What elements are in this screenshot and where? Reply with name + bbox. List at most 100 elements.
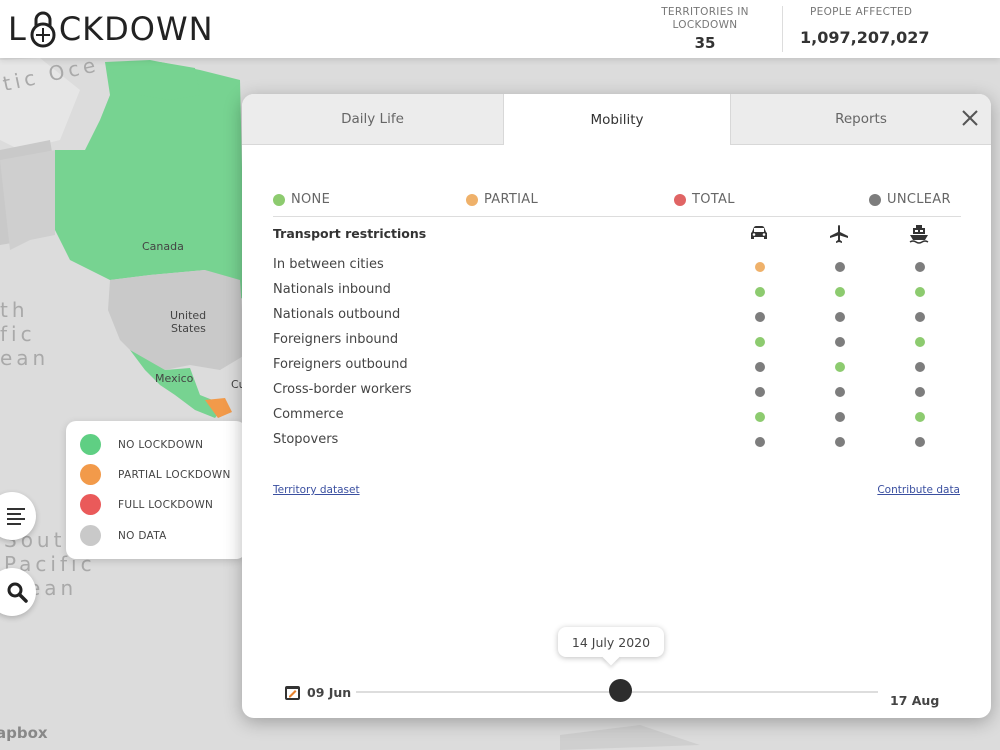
status-label: TOTAL (692, 192, 735, 207)
close-button[interactable] (959, 107, 981, 129)
ocean-label: fic (0, 322, 36, 346)
status-dot (273, 193, 285, 206)
status-dot-none (915, 412, 925, 422)
status-dot (869, 193, 881, 206)
status-dot-unclear (835, 437, 845, 447)
tab-daily-life[interactable]: Daily Life (242, 94, 503, 145)
status-legend-total: TOTAL (674, 192, 735, 207)
stat-label: LOCKDOWN (672, 19, 738, 31)
status-dot-unclear (755, 437, 765, 447)
current-date-tooltip: 14 July 2020 (558, 627, 664, 657)
status-dot-unclear (835, 312, 845, 322)
timeline-start: 09 Jun (284, 684, 351, 701)
restriction-row-label: Stopovers (273, 432, 339, 447)
divider (782, 6, 783, 52)
mapbox-attribution[interactable]: apbox (0, 724, 48, 742)
lock-icon (28, 9, 58, 49)
restriction-row-label: Nationals outbound (273, 307, 401, 322)
legend-dot (80, 464, 101, 485)
car-icon (749, 224, 771, 244)
status-label: UNCLEAR (887, 192, 951, 207)
restriction-row-label: Commerce (273, 407, 344, 422)
status-dot-unclear (755, 312, 765, 322)
status-dot-none (755, 287, 765, 297)
legend-label: FULL LOCKDOWN (118, 498, 214, 511)
territory-modal: Daily Life Mobility Reports NONE PARTIAL… (242, 94, 991, 718)
stat-label: TERRITORIES IN (661, 6, 749, 18)
section-title: Transport restrictions (273, 226, 427, 241)
status-dot-unclear (915, 312, 925, 322)
status-label: PARTIAL (484, 192, 538, 207)
status-dot-unclear (755, 362, 765, 372)
stat-value: 35 (694, 34, 716, 52)
timeline-end-label: 17 Aug (890, 693, 940, 708)
country-label-mexico: Mexico (155, 372, 194, 385)
app-logo[interactable]: L CKDOWN (8, 8, 214, 50)
status-dot-none (835, 287, 845, 297)
legend-item: FULL LOCKDOWN (80, 494, 213, 515)
tab-reports[interactable]: Reports (731, 94, 991, 145)
stat-territories: TERRITORIES IN LOCKDOWN 35 (655, 6, 755, 52)
logo-text-right: CKDOWN (58, 10, 214, 48)
status-dot-unclear (755, 387, 765, 397)
status-dot-unclear (835, 262, 845, 272)
status-dot-unclear (835, 412, 845, 422)
status-dot-unclear (835, 387, 845, 397)
restriction-row-label: Foreigners outbound (273, 357, 408, 372)
ocean-label: ean (0, 346, 50, 370)
status-dot-partial (755, 262, 765, 272)
legend-label: NO DATA (118, 529, 167, 542)
status-dot-none (915, 337, 925, 347)
close-icon (962, 110, 978, 126)
ship-icon (909, 224, 931, 244)
legend-label: NO LOCKDOWN (118, 438, 204, 451)
status-dot (466, 193, 478, 206)
app-header: L CKDOWN TERRITORIES IN LOCKDOWN 35 PEOP… (0, 0, 1000, 58)
ocean-label: th (0, 298, 29, 322)
map-legend: NO LOCKDOWN PARTIAL LOCKDOWN FULL LOCKDO… (66, 421, 246, 559)
status-dot-unclear (915, 387, 925, 397)
status-legend-partial: PARTIAL (466, 192, 538, 207)
restriction-row-label: Nationals inbound (273, 282, 391, 297)
status-dot-none (915, 287, 925, 297)
legend-dot (80, 494, 101, 515)
contribute-data-link[interactable]: Contribute data (877, 484, 960, 496)
territory-dataset-link[interactable]: Territory dataset (273, 484, 360, 496)
status-dot-unclear (915, 262, 925, 272)
calendar-icon[interactable] (284, 684, 301, 701)
status-legend-none: NONE (273, 192, 330, 207)
stat-people-affected: PEOPLE AFFECTED 1,097,207,027 (800, 6, 930, 47)
status-dot-none (835, 362, 845, 372)
timeline-slider-handle[interactable] (609, 679, 632, 702)
status-dot-unclear (835, 337, 845, 347)
logo-text-left: L (8, 10, 27, 48)
tab-bar: Daily Life Mobility Reports (242, 94, 991, 145)
status-dot-unclear (915, 362, 925, 372)
legend-label: PARTIAL LOCKDOWN (118, 468, 231, 481)
legend-item: PARTIAL LOCKDOWN (80, 464, 231, 485)
divider (273, 216, 961, 217)
legend-dot (80, 434, 101, 455)
status-legend-unclear: UNCLEAR (869, 192, 951, 207)
menu-icon (7, 508, 25, 525)
legend-dot (80, 525, 101, 546)
country-label-usa-2: States (171, 322, 206, 335)
legend-item: NO LOCKDOWN (80, 434, 203, 455)
restriction-row-label: Foreigners inbound (273, 332, 399, 347)
status-dot-unclear (915, 437, 925, 447)
stat-value: 1,097,207,027 (800, 28, 930, 47)
country-label-canada: Canada (142, 240, 184, 253)
restriction-row-label: In between cities (273, 257, 384, 272)
search-icon (7, 582, 28, 603)
stat-label: PEOPLE AFFECTED (810, 6, 913, 18)
status-dot-none (755, 412, 765, 422)
tab-mobility[interactable]: Mobility (503, 94, 731, 145)
status-label: NONE (291, 192, 331, 207)
legend-item: NO DATA (80, 525, 167, 546)
status-dot (674, 193, 686, 206)
restriction-row-label: Cross-border workers (273, 382, 412, 397)
plane-icon (829, 224, 851, 244)
status-dot-none (755, 337, 765, 347)
timeline-start-label: 09 Jun (307, 685, 352, 700)
country-label-usa-1: United (170, 309, 207, 322)
